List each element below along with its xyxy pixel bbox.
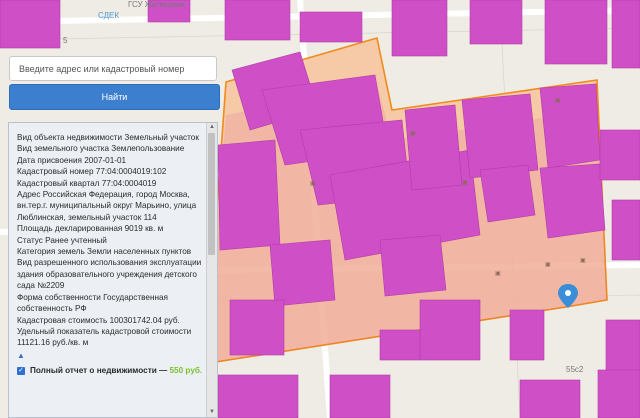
info-cadastral-value: Кадастровая стоимость 100301742.04 руб. bbox=[17, 315, 180, 325]
full-report-text: Полный отчет о недвижимости — bbox=[30, 365, 170, 375]
scroll-up-icon[interactable]: ▲ bbox=[207, 123, 217, 132]
collapse-arrow-icon[interactable]: ▲ bbox=[17, 351, 204, 360]
info-unit-value: Удельный показатель кадастровой стоимост… bbox=[17, 326, 192, 348]
map-label-top-street: ГСУ Жилищник bbox=[128, 0, 185, 9]
map-label-building-b: 55с2 bbox=[566, 365, 584, 374]
search-input[interactable] bbox=[9, 56, 217, 81]
svg-text:▣: ▣ bbox=[410, 131, 416, 137]
info-parcel-type: Вид земельного участка Землепользование bbox=[17, 144, 185, 154]
full-report-option[interactable]: ✓ Полный отчет о недвижимости — 550 руб. bbox=[17, 365, 204, 376]
svg-text:▣: ▣ bbox=[310, 181, 316, 187]
svg-text:▣: ▣ bbox=[495, 271, 501, 277]
info-cadastral-number: Кадастровый номер 77:04:0004019:102 bbox=[17, 167, 167, 177]
info-address: Адрес Российская Федерация, город Москва… bbox=[17, 190, 197, 222]
info-area: Площадь декларированная 9019 кв. м bbox=[17, 224, 164, 234]
info-assign-date: Дата присвоения 2007-01-01 bbox=[17, 155, 127, 165]
info-object-type: Вид объекта недвижимости Земельный участ… bbox=[17, 133, 199, 142]
info-panel: Вид объекта недвижимости Земельный участ… bbox=[8, 122, 218, 418]
info-content: Вид объекта недвижимости Земельный участ… bbox=[9, 123, 207, 417]
svg-text:▣: ▣ bbox=[545, 262, 551, 268]
search-button[interactable]: Найти bbox=[9, 84, 220, 110]
search-box bbox=[9, 56, 217, 81]
map-label-building-a: 5 bbox=[63, 36, 68, 45]
info-cadastral-quarter: Кадастровый квартал 77:04:0004019 bbox=[17, 178, 157, 188]
info-ownership: Форма собственности Государственная собс… bbox=[17, 292, 168, 314]
scroll-thumb[interactable] bbox=[208, 133, 215, 255]
svg-text:▣: ▣ bbox=[555, 98, 561, 104]
map-label-sdek: СДЕК bbox=[98, 11, 120, 20]
info-permitted-use: Вид разрешенного использования эксплуата… bbox=[17, 258, 202, 291]
info-scrollbar[interactable]: ▲ ▼ bbox=[206, 123, 217, 417]
info-status: Статус Ранее учтенный bbox=[17, 235, 107, 245]
svg-text:▣: ▣ bbox=[580, 258, 586, 264]
report-checkbox[interactable]: ✓ bbox=[17, 366, 25, 375]
scroll-down-icon[interactable]: ▼ bbox=[207, 408, 217, 417]
info-land-category: Категория земель Земли населенных пункто… bbox=[17, 247, 192, 257]
svg-text:▣: ▣ bbox=[462, 180, 468, 186]
full-report-price: 550 руб. bbox=[169, 365, 203, 375]
full-report-label: Полный отчет о недвижимости — 550 руб. bbox=[30, 365, 202, 376]
